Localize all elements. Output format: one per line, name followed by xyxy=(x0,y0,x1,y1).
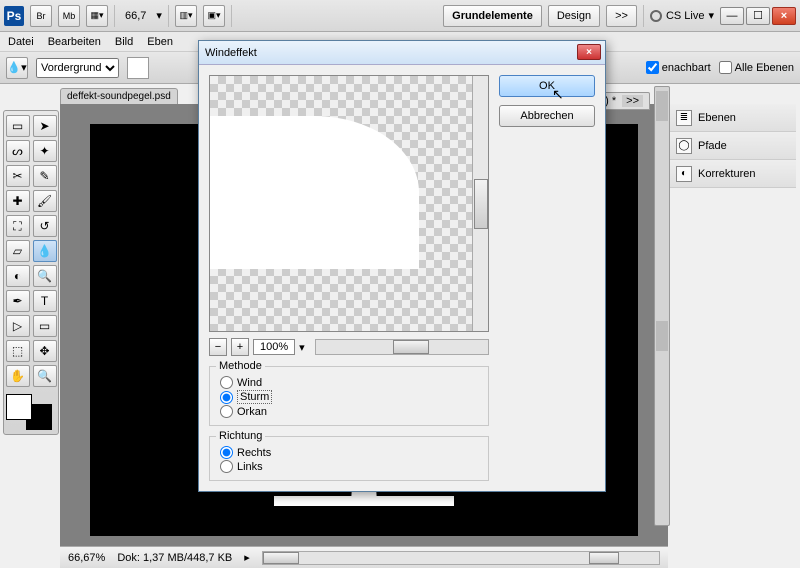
status-docsize[interactable]: Dok: 1,37 MB/448,7 KB xyxy=(117,552,232,564)
menu-image[interactable]: Bild xyxy=(115,36,133,48)
eyedropper-tool[interactable]: ✎ xyxy=(33,165,57,187)
lasso-tool[interactable]: ᔕ xyxy=(6,140,30,162)
method-legend: Methode xyxy=(216,360,265,372)
history-brush-tool[interactable]: ↺ xyxy=(33,215,57,237)
eraser-tool[interactable]: ▱ xyxy=(6,240,30,262)
preview-zoom-value[interactable]: 100% xyxy=(253,339,295,355)
scrollbar-thumb[interactable] xyxy=(393,340,429,354)
direction-legend: Richtung xyxy=(216,430,265,442)
preview-vertical-scrollbar[interactable] xyxy=(472,76,488,331)
direction-right-radio[interactable]: Rechts xyxy=(220,446,478,459)
dialog-title: Windeffekt xyxy=(205,47,257,59)
horizontal-scrollbar[interactable] xyxy=(262,551,660,565)
stamp-tool[interactable]: ⛶ xyxy=(6,215,30,237)
menu-edit[interactable]: Bearbeiten xyxy=(48,36,101,48)
dialog-titlebar[interactable]: Windeffekt × xyxy=(199,41,605,65)
method-group: Methode Wind Sturm Orkan xyxy=(209,366,489,426)
bucket-tool[interactable]: 💧 xyxy=(33,240,57,262)
mode-select[interactable]: Vordergrund xyxy=(36,58,119,78)
right-panels: ≣Ebenen ◯Pfade ◐Korrekturen xyxy=(670,104,796,188)
application-bar: Ps Br Mb ▦▾ 66,7▾ ▥▾ ▣▾ Grundelemente De… xyxy=(0,0,800,32)
workspace-more[interactable]: >> xyxy=(606,5,637,27)
heal-tool[interactable]: ✚ xyxy=(6,190,30,212)
dodge-tool[interactable]: 🔍 xyxy=(33,265,57,287)
active-tool-icon[interactable]: 💧▾ xyxy=(6,57,28,79)
scrollbar-thumb[interactable] xyxy=(474,179,488,229)
zoom-dropdown-icon[interactable]: ▾ xyxy=(299,341,305,354)
window-close-button[interactable]: × xyxy=(772,7,796,25)
screen-mode-button[interactable]: ▣▾ xyxy=(203,5,225,27)
panel-paths[interactable]: ◯Pfade xyxy=(670,132,796,160)
brush-tool[interactable]: 🖌 xyxy=(33,190,57,212)
move-tool[interactable]: ▭ xyxy=(6,115,30,137)
workspace-design[interactable]: Design xyxy=(548,5,600,27)
adjacent-checkbox[interactable]: enachbart xyxy=(646,61,711,74)
bridge-button[interactable]: Br xyxy=(30,5,52,27)
color-swatch[interactable] xyxy=(127,57,149,79)
3d-tool[interactable]: ⬚ xyxy=(6,340,30,362)
direction-group: Richtung Rechts Links xyxy=(209,436,489,481)
ok-button[interactable]: OK↖ xyxy=(499,75,595,97)
crop-tool[interactable]: ✂ xyxy=(6,165,30,187)
camera-tool[interactable]: ✥ xyxy=(33,340,57,362)
collapsed-panel-strip[interactable] xyxy=(654,86,670,526)
zoom-level[interactable]: 66,7 xyxy=(121,10,150,22)
zoom-out-button[interactable]: − xyxy=(209,338,227,356)
dialog-close-button[interactable]: × xyxy=(577,44,601,60)
menu-file[interactable]: Datei xyxy=(8,36,34,48)
scrollbar-thumb[interactable] xyxy=(589,552,619,564)
status-zoom[interactable]: 66,67% xyxy=(68,552,105,564)
panel-adjustments[interactable]: ◐Korrekturen xyxy=(670,160,796,188)
paths-icon: ◯ xyxy=(676,138,692,154)
panel-layers[interactable]: ≣Ebenen xyxy=(670,104,796,132)
menu-layer[interactable]: Eben xyxy=(147,36,173,48)
cs-live[interactable]: CS Live▾ xyxy=(650,9,714,22)
method-wind-radio[interactable]: Wind xyxy=(220,376,478,389)
panel-grip-icon xyxy=(656,91,668,121)
preview-horizontal-scrollbar[interactable] xyxy=(315,339,489,355)
all-layers-checkbox[interactable]: Alle Ebenen xyxy=(719,61,794,74)
cslive-icon xyxy=(650,10,662,22)
arrange-docs-button[interactable]: ▥▾ xyxy=(175,5,197,27)
method-orkan-radio[interactable]: Orkan xyxy=(220,405,478,418)
shape-tool[interactable]: ▭ xyxy=(33,315,57,337)
pen-tool[interactable]: ✒ xyxy=(6,290,30,312)
foreground-color-swatch[interactable] xyxy=(6,394,32,420)
adjust-icon: ◐ xyxy=(676,166,692,182)
preview-zoom-controls: − + 100% ▾ xyxy=(209,338,489,356)
workspace-essentials[interactable]: Grundelemente xyxy=(443,5,542,27)
zoom-tool[interactable]: 🔍 xyxy=(33,365,57,387)
color-swatches[interactable] xyxy=(6,394,52,430)
type-tool[interactable]: T xyxy=(33,290,57,312)
blur-tool[interactable]: ◐ xyxy=(6,265,30,287)
status-bar: 66,67% Dok: 1,37 MB/448,7 KB▸ xyxy=(60,546,668,568)
zoom-in-button[interactable]: + xyxy=(231,338,249,356)
scrollbar-thumb[interactable] xyxy=(263,552,299,564)
minibridge-button[interactable]: Mb xyxy=(58,5,80,27)
panel-grip-icon xyxy=(656,321,668,351)
hand-tool[interactable]: ✋ xyxy=(6,365,30,387)
cancel-button[interactable]: Abbrechen xyxy=(499,105,595,127)
path-select-tool[interactable]: ▷ xyxy=(6,315,30,337)
wind-filter-dialog: Windeffekt × − + 100% ▾ Methode Wind Stu… xyxy=(198,40,606,492)
filter-preview[interactable] xyxy=(209,75,489,332)
layers-icon: ≣ xyxy=(676,110,692,126)
window-minimize-button[interactable]: — xyxy=(720,7,744,25)
tool-palette: ▭➤ ᔕ✦ ✂✎ ✚🖌 ⛶↺ ▱💧 ◐🔍 ✒T ▷▭ ⬚✥ ✋🔍 xyxy=(3,110,59,435)
document-tab[interactable]: deffekt-soundpegel.psd xyxy=(60,88,178,104)
view-extras-button[interactable]: ▦▾ xyxy=(86,5,108,27)
preview-artwork xyxy=(210,116,419,269)
arrow-tool[interactable]: ➤ xyxy=(33,115,57,137)
photoshop-logo-icon: Ps xyxy=(4,6,24,26)
wand-tool[interactable]: ✦ xyxy=(33,140,57,162)
window-maximize-button[interactable]: ☐ xyxy=(746,7,770,25)
method-sturm-radio[interactable]: Sturm xyxy=(220,390,478,404)
direction-left-radio[interactable]: Links xyxy=(220,460,478,473)
